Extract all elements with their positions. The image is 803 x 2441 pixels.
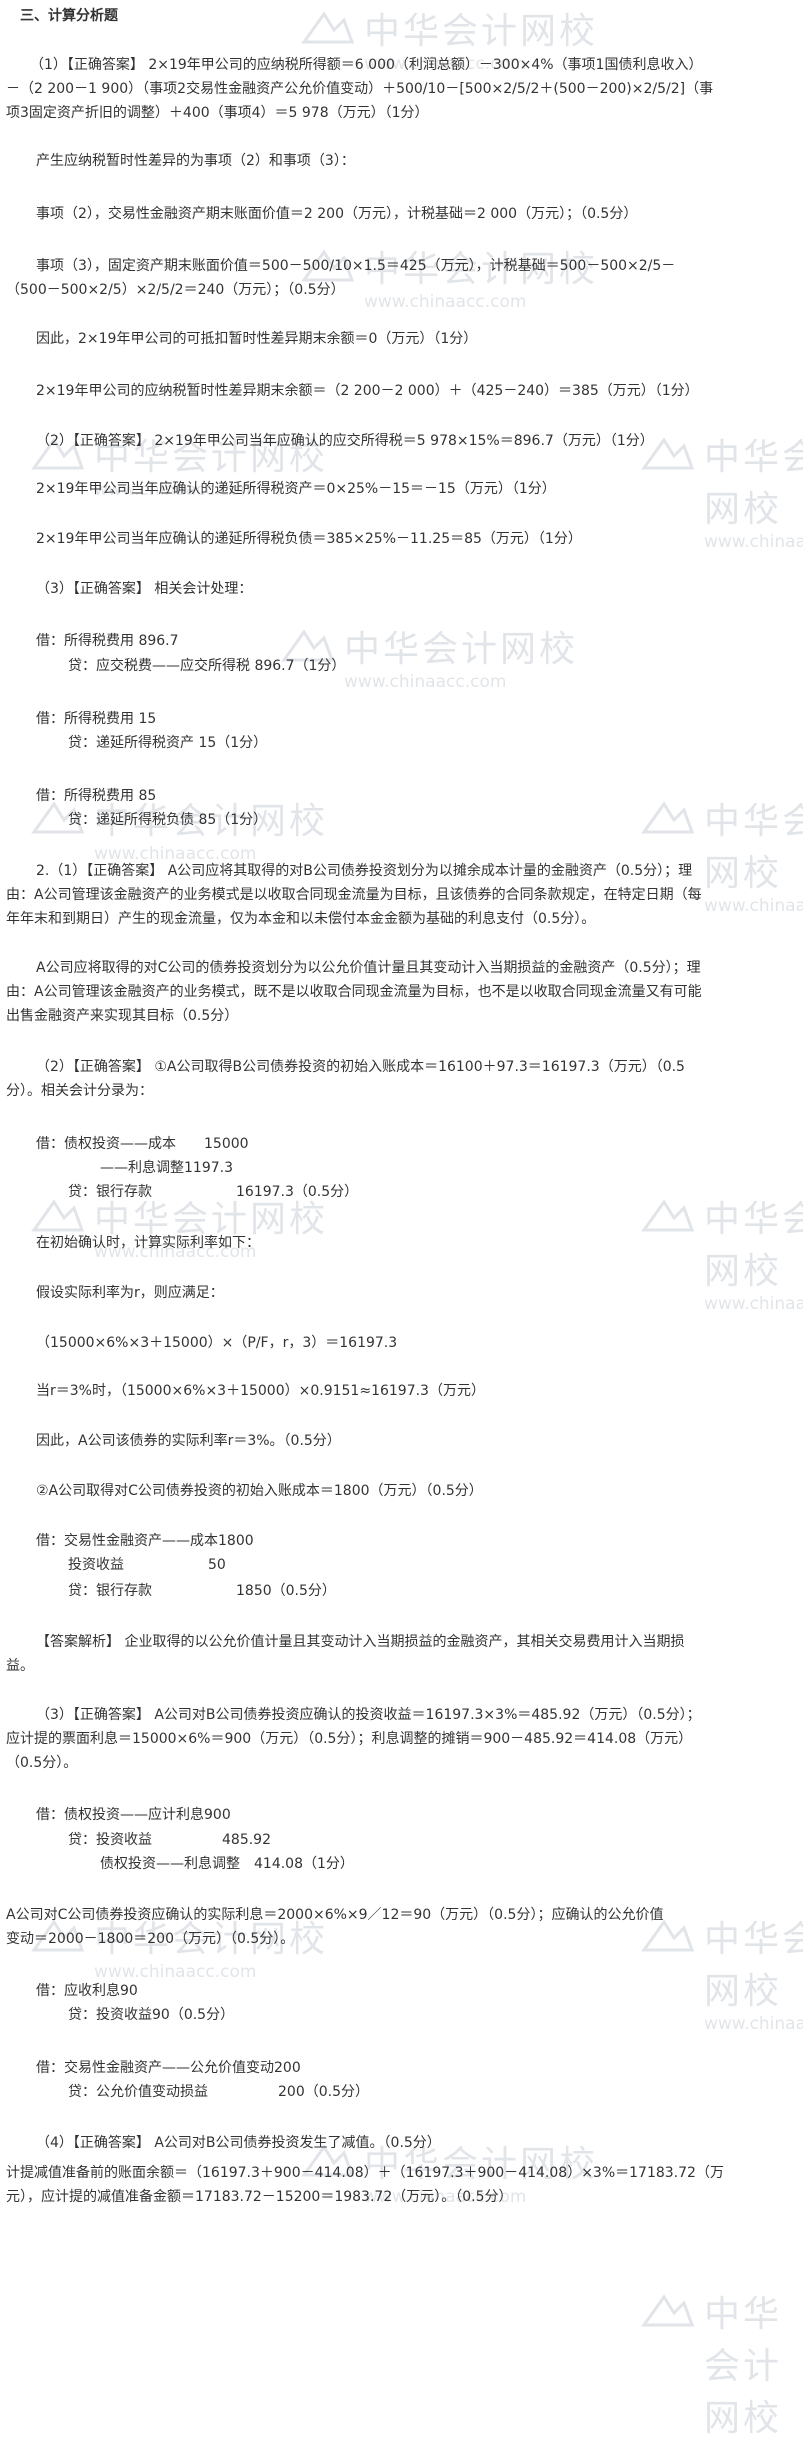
journal-entry-credit: 贷：递延所得税资产 15（1分） bbox=[68, 735, 268, 751]
watermark: 中华会计网校www.chinaacc.com bbox=[640, 428, 803, 552]
section-heading: 三、计算分析题 bbox=[20, 8, 118, 24]
chinaacc-logo-icon bbox=[31, 1199, 85, 1232]
journal-entry-debit: 借：应收利息90 bbox=[36, 1983, 138, 1999]
journal-entry-credit: 贷：应交税费——应交所得税 896.7（1分） bbox=[68, 658, 346, 674]
journal-entry-debit: 借：交易性金融资产——公允价值变动200 bbox=[36, 2060, 301, 2076]
journal-entry-debit: 借：债权投资——成本 15000 bbox=[36, 1136, 249, 1152]
journal-entry-debit: ——利息调整1197.3 bbox=[100, 1160, 233, 1176]
journal-entry-debit: 借：所得税费用 15 bbox=[36, 711, 157, 727]
answer-line: （500－500×2/5）×2/5/2＝240（万元）；（0.5分） bbox=[6, 282, 345, 298]
answer-line: （3）【正确答案】 相关会计处理： bbox=[36, 581, 253, 597]
answer-line: 事项（2），交易性金融资产期末账面价值＝2 200（万元），计税基础＝2 000… bbox=[36, 206, 638, 222]
answer-line: 因此，A公司该债券的实际利率r＝3%。（0.5分） bbox=[36, 1433, 341, 1449]
answer-line: （1）【正确答案】 2×19年甲公司的应纳税所得额＝6 000（利润总额）－30… bbox=[30, 57, 703, 73]
chinaacc-logo-icon bbox=[641, 801, 695, 834]
answer-line: 分）。相关会计分录为： bbox=[6, 1083, 153, 1099]
answer-line: ②A公司取得对C公司债券投资的初始入账成本＝1800（万元）（0.5分） bbox=[36, 1483, 483, 1499]
formula-line: 当r＝3%时，（15000×6%×3＋15000）×0.9151≈16197.3… bbox=[36, 1383, 485, 1399]
watermark: 中华会计网校 bbox=[640, 2285, 803, 2441]
journal-entry-credit: 贷：投资收益90（0.5分） bbox=[68, 2007, 235, 2023]
journal-entry-credit: 债权投资——利息调整 414.08（1分） bbox=[100, 1856, 354, 1872]
watermark: 中华会计网校www.chinaacc.com bbox=[300, 240, 598, 312]
journal-entry-credit: 贷：递延所得税负债 85（1分） bbox=[68, 812, 268, 828]
answer-line: （4）【正确答案】 A公司对B公司债券投资发生了减值。（0.5分） bbox=[36, 2135, 441, 2151]
answer-line: 计提减值准备前的账面余额＝（16197.3＋900－414.08）＋（16197… bbox=[6, 2165, 724, 2181]
journal-entry-credit: 贷：投资收益 485.92 bbox=[68, 1832, 271, 1848]
answer-line: 在初始确认时，计算实际利率如下： bbox=[36, 1235, 260, 1251]
formula-line: （15000×6%×3＋15000）×（P/F，r，3）＝16197.3 bbox=[36, 1335, 398, 1351]
watermark: 中华会计网校www.chinaacc.com bbox=[640, 1190, 803, 1314]
chinaacc-logo-icon bbox=[301, 11, 355, 44]
journal-entry-credit: 贷：公允价值变动损益 200（0.5分） bbox=[68, 2084, 369, 2100]
journal-entry-debit: 借：交易性金融资产——成本1800 bbox=[36, 1533, 254, 1549]
answer-line: 由：A公司管理该金融资产的业务模式，既不是以收取合同现金流量为目标，也不是以收取… bbox=[6, 984, 702, 1000]
watermark: 中华会计网校www.chinaacc.com bbox=[640, 1910, 803, 2034]
journal-entry-debit: 投资收益 50 bbox=[68, 1557, 226, 1573]
answer-line: A公司对C公司债券投资应确认的实际利息＝2000×6%×9／12＝90（万元）（… bbox=[6, 1907, 664, 1923]
chinaacc-logo-icon bbox=[641, 2294, 695, 2327]
chinaacc-logo-icon bbox=[641, 1199, 695, 1232]
answer-line: 2×19年甲公司的应纳税暂时性差异期末余额＝（2 200－2 000）＋（425… bbox=[36, 383, 699, 399]
explanation-line: 益。 bbox=[6, 1658, 34, 1674]
explanation-line: 【答案解析】 企业取得的以公允价值计量且其变动计入当期损益的金融资产，其相关交易… bbox=[36, 1634, 685, 1650]
answer-line: A公司应将取得的对C公司的债券投资划分为以公允价值计量且其变动计入当期损益的金融… bbox=[36, 960, 701, 976]
journal-entry-debit: 借：所得税费用 85 bbox=[36, 788, 157, 804]
answer-line: （3）【正确答案】 A公司对B公司债券投资应确认的投资收益＝16197.3×3%… bbox=[36, 1707, 701, 1723]
answer-line: （2）【正确答案】 2×19年甲公司当年应确认的应交所得税＝5 978×15%＝… bbox=[36, 433, 654, 449]
answer-line: 项3固定资产折旧的调整）＋400（事项4）＝5 978（万元）（1分） bbox=[6, 105, 429, 121]
answer-line: 2×19年甲公司当年应确认的递延所得税负债＝385×25%－11.25＝85（万… bbox=[36, 531, 582, 547]
answer-line: 事项（3），固定资产期末账面价值＝500－500/10×1.5＝425（万元），… bbox=[36, 258, 676, 274]
answer-line: 元），应计提的减值准备金额＝17183.72－15200＝1983.72（万元）… bbox=[6, 2189, 513, 2205]
answer-line: 由：A公司管理该金融资产的业务模式是以收取合同现金流量为目标，且该债券的合同条款… bbox=[6, 887, 702, 903]
journal-entry-debit: 借：所得税费用 896.7 bbox=[36, 633, 179, 649]
answer-line: 产生应纳税暂时性差异的为事项（2）和事项（3）： bbox=[36, 153, 355, 169]
journal-entry-debit: 借：债权投资——应计利息900 bbox=[36, 1807, 231, 1823]
answer-line: 变动＝2000－1800＝200（万元）（0.5分）。 bbox=[6, 1931, 295, 1947]
answer-line: 出售金融资产来实现其目标（0.5分） bbox=[6, 1008, 239, 1024]
answer-line: 2.（1）【正确答案】 A公司应将其取得的对B公司债券投资划分为以摊余成本计量的… bbox=[36, 863, 693, 879]
answer-line: 年年末和到期日）产生的现金流量，仅为本金和以未偿付本金金额为基础的利息支付（0.… bbox=[6, 911, 596, 927]
answer-line: （0.5分）。 bbox=[6, 1755, 78, 1771]
answer-line: （2）【正确答案】 ①A公司取得B公司债券投资的初始入账成本＝16100＋97.… bbox=[36, 1059, 685, 1075]
journal-entry-credit: 贷：银行存款 1850（0.5分） bbox=[68, 1583, 336, 1599]
answer-line: 2×19年甲公司当年应确认的递延所得税资产＝0×25%－15＝－15（万元）（1… bbox=[36, 481, 556, 497]
answer-line: －（2 200－1 900）（事项2交易性金融资产公允价值变动）＋500/10－… bbox=[6, 81, 714, 97]
journal-entry-credit: 贷：银行存款 16197.3（0.5分） bbox=[68, 1184, 359, 1200]
answer-line: 应计提的票面利息＝15000×6%＝900（万元）（0.5分）；利息调整的摊销＝… bbox=[6, 1731, 693, 1747]
answer-line: 假设实际利率为r，则应满足： bbox=[36, 1285, 224, 1301]
answer-line: 因此，2×19年甲公司的可抵扣暂时性差异期末余额＝0（万元）（1分） bbox=[36, 331, 478, 347]
